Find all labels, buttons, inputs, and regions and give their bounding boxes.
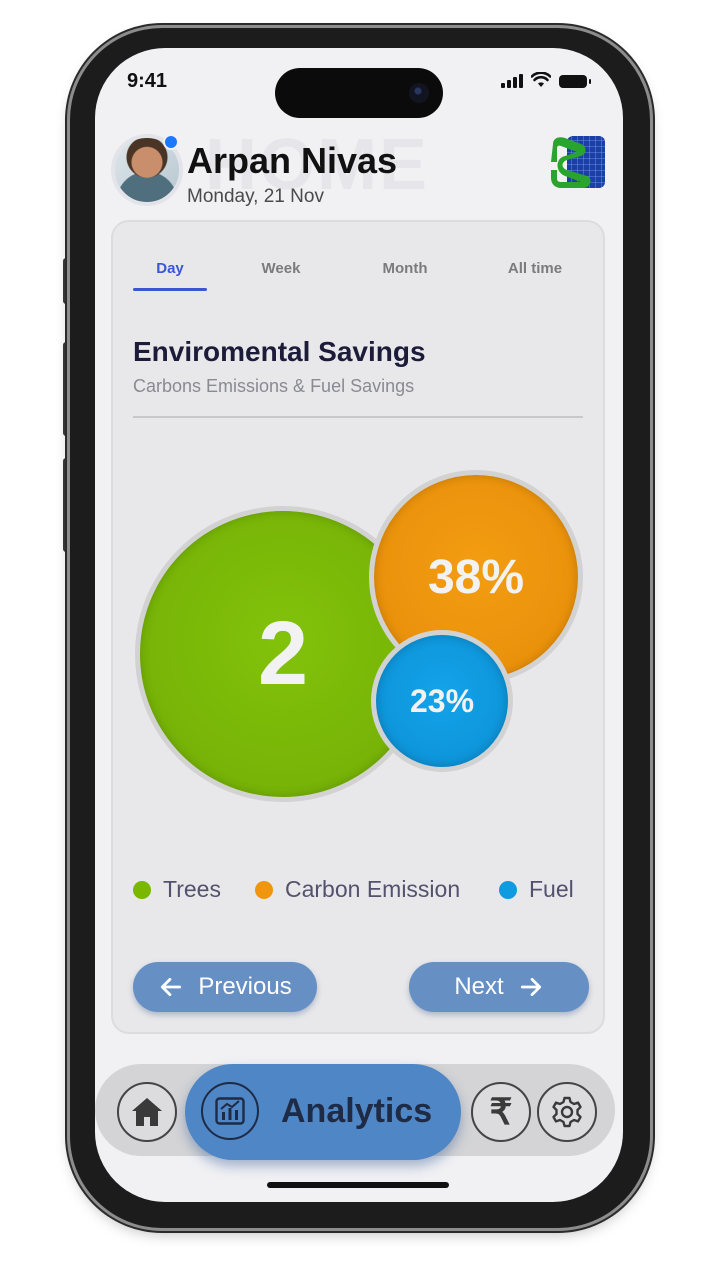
tab-month[interactable]: Month <box>367 260 443 277</box>
legend-item-trees: Trees <box>133 876 221 903</box>
chart-legend: Trees Carbon Emission Fuel <box>133 876 593 906</box>
card-subtitle: Carbons Emissions & Fuel Savings <box>133 376 415 396</box>
fuel-bubble: 23% <box>371 630 513 772</box>
action-button[interactable] <box>63 258 69 304</box>
savings-card: Day Week Month All time Enviromental Sav… <box>111 220 605 1034</box>
divider <box>133 416 583 418</box>
next-button-label: Next <box>454 973 504 1000</box>
tab-week[interactable]: Week <box>249 260 313 277</box>
legend-label-carbon: Carbon Emission <box>285 876 461 902</box>
volume-up-button[interactable] <box>63 342 69 436</box>
next-button[interactable]: Next <box>409 962 589 1012</box>
app-logo-icon[interactable] <box>547 134 607 194</box>
online-status-dot <box>163 134 179 150</box>
current-date: Monday, 21 Nov <box>187 186 324 207</box>
nav-home-button[interactable] <box>117 1082 177 1142</box>
status-time: 9:41 <box>127 70 168 92</box>
legend-dot-fuel <box>499 880 517 899</box>
signal-icon <box>501 74 523 88</box>
analytics-icon <box>201 1082 259 1140</box>
legend-label-trees: Trees <box>163 876 221 902</box>
nav-analytics-button[interactable]: Analytics <box>185 1064 461 1160</box>
home-icon <box>132 1098 162 1126</box>
battery-icon <box>559 75 591 88</box>
active-tab-indicator <box>133 288 207 291</box>
previous-button-label: Previous <box>198 973 292 1000</box>
arrow-right-icon <box>520 978 541 996</box>
user-name: Arpan Nivas <box>187 140 398 181</box>
camera-icon <box>409 83 429 103</box>
nav-payments-button[interactable]: ₹ <box>471 1082 531 1142</box>
settings-icon <box>552 1096 582 1128</box>
legend-dot-trees <box>133 880 151 899</box>
nav-analytics-label: Analytics <box>281 1092 433 1130</box>
status-icons <box>501 72 591 88</box>
volume-down-button[interactable] <box>63 458 69 552</box>
legend-dot-carbon <box>255 880 273 899</box>
legend-item-fuel: Fuel <box>499 876 574 903</box>
arrow-left-icon <box>161 978 182 996</box>
home-indicator[interactable] <box>267 1182 449 1188</box>
legend-label-fuel: Fuel <box>529 876 574 902</box>
card-title: Enviromental Savings <box>133 336 426 367</box>
tab-all-time[interactable]: All time <box>493 260 577 277</box>
legend-item-carbon: Carbon Emission <box>255 876 460 903</box>
dynamic-island <box>275 68 443 118</box>
tab-day[interactable]: Day <box>133 260 207 277</box>
rupee-icon: ₹ <box>489 1091 513 1132</box>
nav-settings-button[interactable] <box>537 1082 597 1142</box>
previous-button[interactable]: Previous <box>133 962 317 1012</box>
wifi-icon <box>531 72 551 87</box>
phone-screen: 9:41 HOME Arpan Nivas Monday, 21 Nov Day… <box>95 48 623 1202</box>
